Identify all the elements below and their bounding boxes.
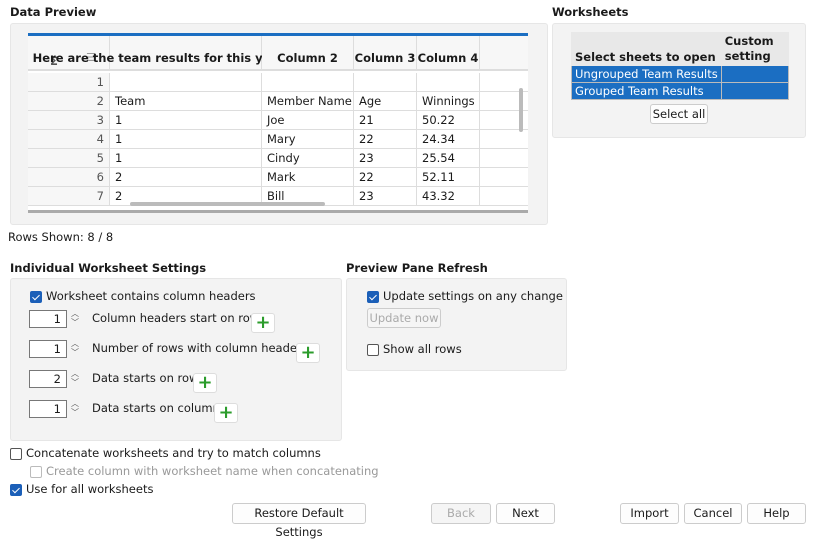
row-number: 3 <box>28 111 110 129</box>
rows-shown: Rows Shown: 8 / 8 <box>8 230 114 244</box>
table-cell: Team <box>110 92 262 110</box>
update-on-change-checkbox[interactable]: Update settings on any change <box>367 289 563 303</box>
create-column-checkbox[interactable]: Create column with worksheet name when c… <box>30 464 379 478</box>
table-cell: 1 <box>110 111 262 129</box>
table-row: 6 2 Mark 22 52.11 <box>28 168 528 187</box>
table-cell <box>262 73 354 91</box>
table-cell: 43.32 <box>417 187 480 205</box>
next-button[interactable]: Next <box>496 503 555 524</box>
table-cell: 22 <box>354 168 417 186</box>
add-plus-icon[interactable]: + <box>193 373 217 393</box>
table-cell: 50.22 <box>417 111 480 129</box>
column-header-4[interactable]: Column 4 <box>417 36 480 69</box>
column-header-2[interactable]: Column 2 <box>262 36 354 69</box>
table-cell: 1 <box>110 149 262 167</box>
table-cell: Age <box>354 92 417 110</box>
refresh-title: Preview Pane Refresh <box>346 261 488 275</box>
worksheets-title: Worksheets <box>552 5 629 19</box>
help-button[interactable]: Help <box>747 503 806 524</box>
row-number: 1 <box>28 73 110 91</box>
table-cell: Member Name <box>262 92 354 110</box>
sheet-row[interactable]: Ungrouped Team Results <box>571 65 790 83</box>
table-cell: 1 <box>110 130 262 148</box>
column-header-1[interactable]: Here are the team results for this year'… <box>33 36 338 69</box>
table-row: 2 Team Member Name Age Winnings <box>28 92 528 111</box>
table-cell: 24.34 <box>417 130 480 148</box>
table-cell <box>354 73 417 91</box>
checkbox-icon[interactable] <box>30 290 42 303</box>
field-spinner-input[interactable]: 1 <box>29 340 67 358</box>
update-now-button[interactable]: Update now <box>367 308 441 328</box>
spin-up-icon[interactable]: ︿ <box>71 370 79 378</box>
table-cell: Winnings <box>417 92 480 110</box>
table-cell: Mary <box>262 130 354 148</box>
row-number: 4 <box>28 130 110 148</box>
settings-title: Individual Worksheet Settings <box>10 261 207 275</box>
table-row: 1 <box>28 73 528 92</box>
table-cell: 25.54 <box>417 149 480 167</box>
table-cell: 23 <box>354 149 417 167</box>
back-button[interactable]: Back <box>431 503 491 524</box>
row-number: 7 <box>28 187 110 205</box>
table-cell: 23 <box>354 187 417 205</box>
use-for-all-checkbox[interactable]: Use for all worksheets <box>10 482 153 496</box>
spin-up-icon[interactable]: ︿ <box>71 400 79 408</box>
select-all-button[interactable]: Select all <box>650 104 708 124</box>
spin-down-icon[interactable]: ﹀ <box>71 379 79 387</box>
add-plus-icon[interactable]: + <box>251 313 275 333</box>
table-cell <box>110 73 262 91</box>
table-cell <box>417 73 480 91</box>
data-preview-title: Data Preview <box>10 5 97 19</box>
table-cell: 22 <box>354 130 417 148</box>
vertical-scrollbar[interactable] <box>519 88 523 132</box>
custom-setting-header: Custom setting <box>720 32 790 66</box>
table-cell: 2 <box>110 168 262 186</box>
sheet-row[interactable]: Grouped Team Results <box>571 82 790 100</box>
table-row: 5 1 Cindy 23 25.54 <box>28 149 528 168</box>
field-label: Column headers start on row <box>92 311 260 325</box>
restore-defaults-button[interactable]: Restore Default Settings <box>232 503 366 539</box>
horizontal-scrollbar[interactable] <box>130 202 325 206</box>
field-spinner-input[interactable]: 2 <box>29 370 67 388</box>
data-preview-grid: Σ ☰ Here are the team results for this y… <box>28 33 528 213</box>
field-label: Number of rows with column headers <box>92 341 308 355</box>
table-cell: 52.11 <box>417 168 480 186</box>
table-cell: Joe <box>262 111 354 129</box>
show-all-rows-checkbox[interactable]: Show all rows <box>367 342 462 356</box>
table-cell <box>480 149 528 167</box>
table-row: 3 1 Joe 21 50.22 <box>28 111 528 130</box>
table-cell: 21 <box>354 111 417 129</box>
column-header-3[interactable]: Column 3 <box>354 36 417 69</box>
spin-down-icon[interactable]: ﹀ <box>71 319 79 327</box>
table-cell <box>480 187 528 205</box>
field-spinner-input[interactable]: 1 <box>29 400 67 418</box>
has-headers-checkbox[interactable]: Worksheet contains column headers <box>30 289 256 303</box>
row-number: 5 <box>28 149 110 167</box>
cancel-button[interactable]: Cancel <box>684 503 742 524</box>
worksheets-table: Select sheets to open Custom setting Ung… <box>571 32 790 100</box>
import-button[interactable]: Import <box>620 503 679 524</box>
table-cell: Cindy <box>262 149 354 167</box>
row-number: 2 <box>28 92 110 110</box>
spin-up-icon[interactable]: ︿ <box>71 310 79 318</box>
spin-down-icon[interactable]: ﹀ <box>71 409 79 417</box>
field-label: Data starts on row <box>92 371 199 385</box>
table-row: 4 1 Mary 22 24.34 <box>28 130 528 149</box>
field-label: Data starts on column <box>92 401 220 415</box>
field-spinner-input[interactable]: 1 <box>29 310 67 328</box>
spin-down-icon[interactable]: ﹀ <box>71 349 79 357</box>
header-row: Σ ☰ Here are the team results for this y… <box>28 36 528 71</box>
table-cell <box>480 168 528 186</box>
concatenate-checkbox[interactable]: Concatenate worksheets and try to match … <box>10 446 321 460</box>
add-plus-icon[interactable]: + <box>214 403 238 423</box>
table-cell <box>480 130 528 148</box>
spin-up-icon[interactable]: ︿ <box>71 340 79 348</box>
row-number: 6 <box>28 168 110 186</box>
add-plus-icon[interactable]: + <box>296 343 320 363</box>
select-sheets-header: Select sheets to open <box>571 32 722 66</box>
table-cell: Mark <box>262 168 354 186</box>
